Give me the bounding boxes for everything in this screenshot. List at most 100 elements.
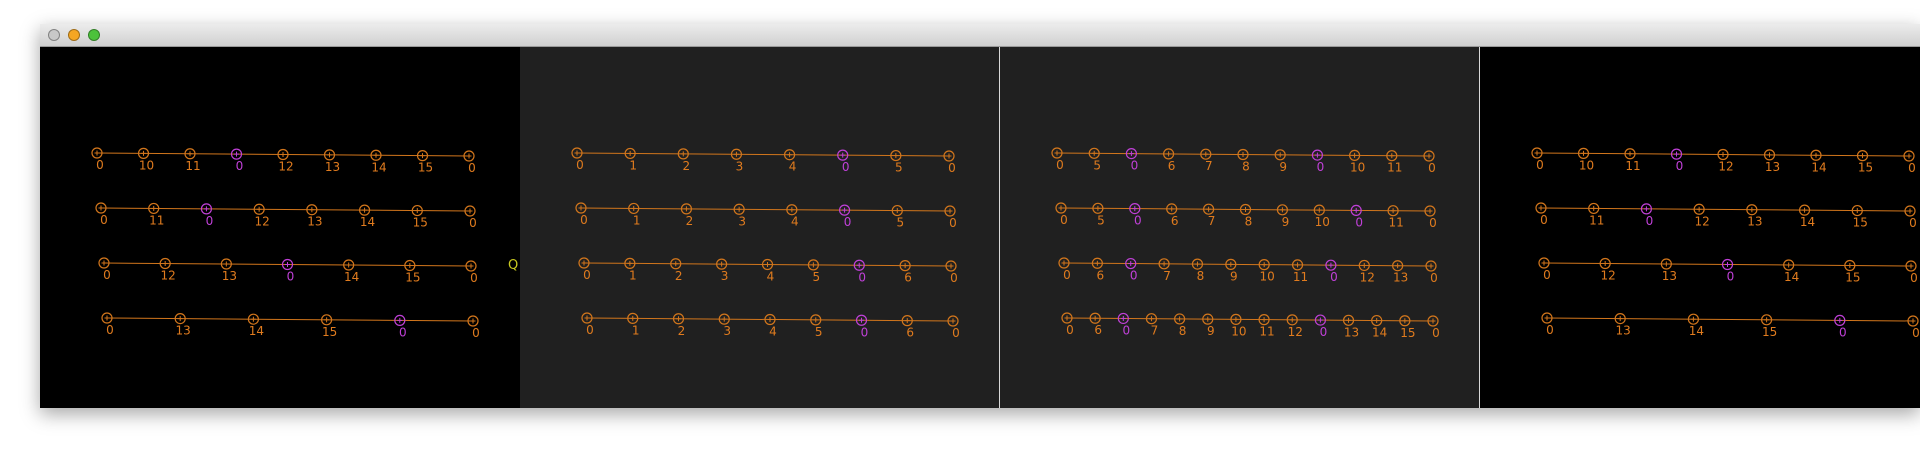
node-label: 0 (861, 325, 869, 339)
close-button[interactable] (48, 29, 60, 41)
node-label: 14 (1784, 270, 1799, 284)
panel-background (40, 47, 520, 408)
node-label: 15 (405, 271, 420, 285)
node-label: 14 (360, 215, 375, 229)
node-label: 7 (1163, 269, 1171, 283)
node-label: 0 (949, 216, 957, 230)
node-label: 14 (1800, 215, 1815, 229)
node-label: 9 (1207, 324, 1215, 338)
node-label: 12 (1601, 269, 1616, 283)
panel-1[interactable]: 0 10 11 0 12 13 14 15 0 0 11 0 12 13 14 15 0 0 12 13 0 14 15 0 0… (40, 47, 520, 408)
node-label: 0 (952, 326, 960, 340)
node-label: 0 (1056, 158, 1064, 172)
node-label: 14 (371, 160, 386, 174)
window-titlebar[interactable] (40, 24, 1920, 47)
node-label: 3 (738, 214, 746, 228)
node-label: 2 (682, 159, 690, 173)
node-label: 0 (399, 325, 407, 339)
node-label: 13 (325, 160, 340, 174)
node-label: 9 (1279, 160, 1287, 174)
node-label: 5 (895, 161, 903, 175)
node-label: 1 (629, 268, 637, 282)
node-label: 10 (1231, 324, 1246, 338)
panel-3[interactable]: 0 5 0 6 7 8 9 0 10 11 0 0 5 0 6 7 8 9 10 0 11 0 0 6 0 7 8 9 10 11 0 12 1… (1000, 47, 1480, 408)
node-label: 0 (1134, 214, 1142, 228)
node-label: 0 (1355, 215, 1363, 229)
node-label: 8 (1179, 324, 1187, 338)
node-label: 13 (1393, 271, 1408, 285)
q-marker-label: Q (508, 258, 518, 273)
node-label: 0 (106, 323, 114, 337)
node-label: 0 (1060, 213, 1068, 227)
node-label: 5 (1097, 213, 1105, 227)
node-label: 0 (1432, 326, 1440, 340)
node-label: 0 (1131, 159, 1139, 173)
node-label: 0 (470, 271, 478, 285)
node-label: 12 (278, 160, 293, 174)
node-label: 0 (1543, 268, 1551, 282)
node-label: 0 (1320, 325, 1328, 339)
node-label: 7 (1205, 159, 1213, 173)
node-label: 0 (1330, 270, 1338, 284)
panel-4[interactable]: 0 10 11 0 12 13 14 15 0 0 11 0 12 13 14 15 0 0 12 13 0 14 15 0 0… (1480, 47, 1920, 408)
node-label: 2 (678, 324, 686, 338)
node-label: 3 (721, 269, 729, 283)
node-label: 10 (1260, 270, 1275, 284)
node-label: 14 (1811, 160, 1826, 174)
node-label: 0 (103, 268, 111, 282)
node-label: 0 (576, 158, 584, 172)
node-label: 0 (1912, 326, 1920, 340)
node-label: 0 (1429, 216, 1437, 230)
node-label: 10 (1315, 215, 1330, 229)
node-label: 13 (1344, 325, 1359, 339)
node-label: 0 (287, 270, 295, 284)
node-label: 11 (1388, 216, 1403, 230)
node-label: 0 (1908, 161, 1916, 175)
panel-background (1000, 47, 1480, 408)
minimize-button[interactable] (68, 29, 80, 41)
node-label: 2 (675, 269, 683, 283)
node-label: 4 (789, 160, 797, 174)
node-graph-canvas[interactable]: 0 10 11 0 12 13 14 15 00 11 0 12 13 14 15 00 12 13 0 14 15 00… (40, 47, 1920, 408)
panel-2[interactable]: 0 1 2 3 4 0 5 0 0 1 2 3 4 0 5 0 0 1 2 3 4 5 0 6 0 0 1 2 3 4 5 0 6 0 (520, 47, 1000, 408)
node-label: 0 (586, 323, 594, 337)
node-label: 14 (1689, 324, 1704, 338)
node-label: 0 (236, 159, 244, 173)
node-label: 15 (1400, 326, 1415, 340)
node-label: 8 (1242, 160, 1250, 174)
node-label: 0 (96, 158, 104, 172)
node-label: 4 (769, 325, 777, 339)
canvas-area[interactable]: 0 10 11 0 12 13 14 15 0 0 11 0 12 13 14 15 0 0 12 13 0 14 15 0 0… (40, 47, 1920, 408)
node-label: 7 (1151, 324, 1159, 338)
node-label: 15 (413, 216, 428, 230)
node-label: 12 (1288, 325, 1303, 339)
node-label: 1 (629, 158, 637, 172)
node-label: 15 (322, 325, 337, 339)
node-label: 11 (1387, 161, 1402, 175)
node-label: 0 (469, 216, 477, 230)
node-label: 0 (580, 213, 588, 227)
node-label: 8 (1197, 269, 1205, 283)
node-label: 15 (418, 161, 433, 175)
node-label: 6 (1097, 268, 1105, 282)
node-label: 0 (1428, 161, 1436, 175)
node-label: 12 (255, 214, 270, 228)
node-label: 0 (858, 270, 866, 284)
node-label: 13 (222, 269, 237, 283)
node-label: 0 (468, 161, 476, 175)
node-label: 14 (249, 324, 264, 338)
node-label: 13 (307, 215, 322, 229)
node-label: 8 (1245, 215, 1253, 229)
node-label: 6 (904, 271, 912, 285)
node-label: 13 (1765, 160, 1780, 174)
node-label: 0 (1066, 323, 1074, 337)
node-label: 9 (1230, 269, 1238, 283)
node-label: 4 (767, 270, 775, 284)
node-label: 11 (1589, 213, 1604, 227)
node-label: 5 (815, 325, 823, 339)
node-label: 0 (948, 161, 956, 175)
zoom-button[interactable] (88, 29, 100, 41)
node-label: 0 (1676, 159, 1684, 173)
node-label: 0 (1122, 323, 1130, 337)
node-label: 0 (472, 326, 480, 340)
